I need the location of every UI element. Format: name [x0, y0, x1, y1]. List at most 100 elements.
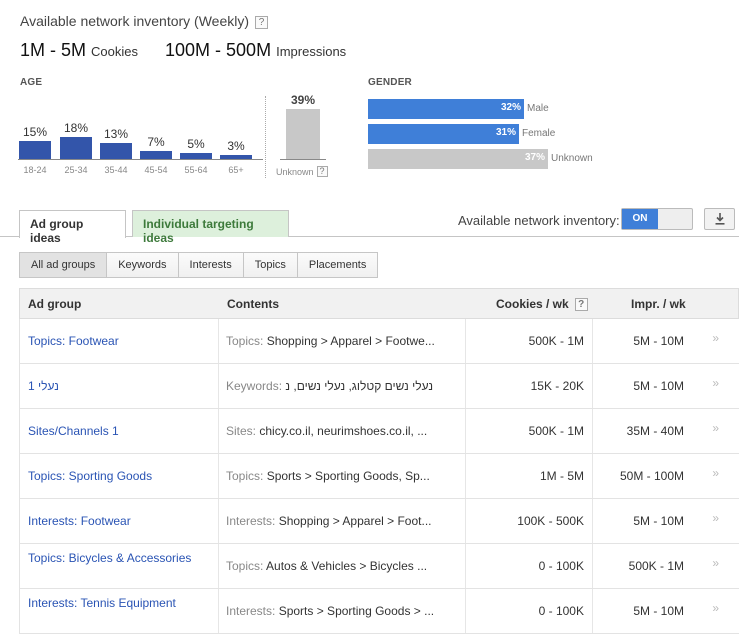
contents-type: Topics:: [226, 334, 264, 348]
expand-arrow-icon[interactable]: »: [712, 331, 719, 345]
age-bar-percent: 7%: [147, 135, 165, 149]
age-bar-percent: 3%: [227, 139, 245, 153]
expand-arrow-icon[interactable]: »: [712, 556, 719, 570]
impressions-cell: 50M - 100M: [619, 469, 684, 483]
expand-arrow-icon[interactable]: »: [712, 376, 719, 390]
table-row[interactable]: Topics: Bicycles & Accessories Topics: Au…: [19, 544, 739, 589]
contents-cell: Topics: Sports > Sporting Goods, Sp...: [226, 469, 462, 483]
column-header-contents[interactable]: Contents: [227, 297, 279, 311]
cell-separator: [218, 589, 219, 633]
table-header: Ad group Contents Cookies / wk? Impr. / …: [19, 288, 739, 319]
help-icon[interactable]: ?: [255, 16, 269, 29]
contents-cell: Interests: Shopping > Apparel > Foot...: [226, 514, 462, 528]
contents-type: Interests:: [226, 514, 276, 528]
help-icon[interactable]: ?: [574, 298, 588, 311]
expand-arrow-icon[interactable]: »: [712, 601, 719, 615]
contents-cell: Sites: chicy.co.il, neurimshoes.co.il, .…: [226, 424, 462, 438]
cookies-unit: Cookies: [91, 44, 138, 59]
contents-type: Interests:: [226, 604, 276, 618]
inventory-stats: 1M - 5M Cookies 100M - 500M Impressions: [20, 40, 346, 61]
table-row[interactable]: נעלי 1 Keywords: נעלי נשים קטלוג, נעלי נש…: [19, 364, 739, 409]
ad-group-link[interactable]: Interests: Footwear: [28, 514, 218, 529]
expand-arrow-icon[interactable]: »: [712, 421, 719, 435]
age-bar-label: 45-54: [144, 165, 168, 175]
contents-value: Sports > Sporting Goods, Sp...: [266, 469, 430, 483]
column-header-ad-group[interactable]: Ad group: [28, 297, 81, 311]
table-row[interactable]: Topics: Sporting Goods Topics: Sports > S…: [19, 454, 739, 499]
contents-type: Sites:: [226, 424, 257, 438]
ad-group-link[interactable]: Interests: Tennis Equipment: [28, 596, 218, 611]
download-button[interactable]: [704, 208, 735, 230]
filter-button-group: All ad groups Keywords Interests Topics …: [19, 252, 379, 278]
inventory-toggle[interactable]: ON: [621, 208, 693, 230]
cell-separator: [218, 544, 219, 588]
age-bar-percent: 5%: [187, 137, 205, 151]
column-header-cookies[interactable]: Cookies / wk?: [496, 297, 588, 311]
toggle-on-state: ON: [622, 209, 658, 229]
cookies-cell: 500K - 1M: [528, 334, 584, 348]
age-bar-percent: 15%: [22, 125, 48, 139]
inventory-title: Available network inventory (Weekly)?: [20, 13, 269, 29]
age-unknown-bar: [286, 109, 320, 159]
cell-separator: [592, 544, 593, 588]
contents-value: Shopping > Apparel > Foot...: [278, 514, 432, 528]
filter-keywords[interactable]: Keywords: [106, 252, 179, 278]
filter-placements[interactable]: Placements: [296, 252, 379, 278]
age-bar: [19, 141, 51, 159]
help-icon[interactable]: ?: [316, 166, 328, 177]
age-bar: [60, 137, 92, 159]
age-unknown-label-text: Unknown: [276, 167, 314, 177]
cookies-cell: 100K - 500K: [517, 514, 584, 528]
table-row[interactable]: Interests: Tennis Equipment Interests: Sp…: [19, 589, 739, 634]
ad-group-link[interactable]: נעלי 1: [28, 379, 218, 394]
table-row[interactable]: Interests: Footwear Interests: Shopping >…: [19, 499, 739, 544]
filter-topics[interactable]: Topics: [242, 252, 298, 278]
tab-ad-group-ideas[interactable]: Ad group ideas: [19, 210, 126, 245]
gender-bar-label: Male: [527, 103, 549, 114]
cell-separator: [218, 499, 219, 543]
tab-individual-targeting-ideas[interactable]: Individual targeting ideas: [132, 210, 289, 245]
ad-group-link[interactable]: Topics: Bicycles & Accessories: [28, 551, 218, 566]
gender-bar-label: Female: [522, 128, 556, 139]
filter-all-ad-groups[interactable]: All ad groups: [19, 252, 108, 278]
age-bar: [140, 151, 172, 159]
age-bar: [220, 155, 252, 159]
contents-cell: Topics: Autos & Vehicles > Bicycles ...: [226, 559, 462, 573]
download-icon: [715, 213, 724, 225]
cell-separator: [592, 499, 593, 543]
impressions-cell: 500K - 1M: [628, 559, 684, 573]
cell-separator: [592, 319, 593, 363]
gender-label: GENDER: [368, 77, 412, 88]
contents-value: Shopping > Apparel > Footwe...: [266, 334, 435, 348]
inventory-toggle-label: Available network inventory:: [458, 213, 620, 228]
age-bar-label: 18-24: [23, 165, 47, 175]
gender-bar: 31%: [368, 124, 519, 144]
column-header-cookies-text: Cookies / wk: [496, 297, 569, 311]
ad-group-table: Ad group Contents Cookies / wk? Impr. / …: [19, 288, 739, 634]
impressions-cell: 5M - 10M: [633, 379, 684, 393]
contents-cell: Topics: Shopping > Apparel > Footwe...: [226, 334, 462, 348]
cookies-cell: 0 - 100K: [538, 604, 584, 618]
ad-group-link[interactable]: Topics: Footwear: [28, 334, 218, 349]
cell-separator: [465, 454, 466, 498]
expand-arrow-icon[interactable]: »: [712, 511, 719, 525]
age-label: AGE: [20, 77, 43, 88]
cell-separator: [592, 589, 593, 633]
gender-bar-percent: 31%: [495, 127, 516, 138]
ad-group-link[interactable]: Sites/Channels 1: [28, 424, 218, 439]
contents-cell: Interests: Sports > Sporting Goods > ...: [226, 604, 462, 618]
gender-bar-percent: 37%: [524, 152, 545, 163]
cell-separator: [465, 589, 466, 633]
ad-group-link[interactable]: Topics: Sporting Goods: [28, 469, 218, 484]
cell-separator: [592, 409, 593, 453]
column-header-impr[interactable]: Impr. / wk: [631, 297, 686, 311]
cell-separator: [465, 544, 466, 588]
age-bar-percent: 18%: [63, 121, 89, 135]
cell-separator: [218, 364, 219, 408]
table-row[interactable]: Sites/Channels 1 Sites: chicy.co.il, neur…: [19, 409, 739, 454]
filter-interests[interactable]: Interests: [177, 252, 244, 278]
expand-arrow-icon[interactable]: »: [712, 466, 719, 480]
cell-separator: [465, 319, 466, 363]
table-row[interactable]: Topics: Footwear Topics: Shopping > Appar…: [19, 319, 739, 364]
cell-separator: [465, 499, 466, 543]
